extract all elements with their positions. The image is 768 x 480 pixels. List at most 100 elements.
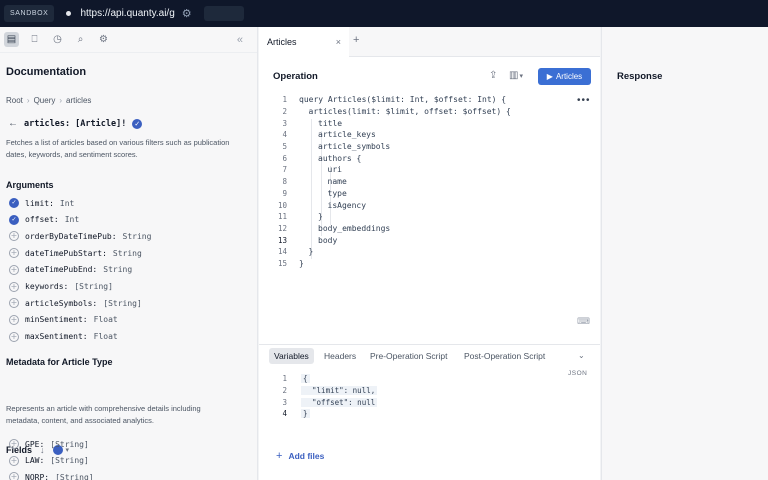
field-row[interactable]: + LAW: [String] <box>9 455 89 466</box>
argument-name: minSentiment: <box>25 315 88 325</box>
argument-row[interactable]: + articleSymbols: [String] <box>9 298 142 309</box>
plus-circle-icon[interactable]: + <box>9 331 19 342</box>
save-icon[interactable]: ▥ ▾ <box>509 70 523 81</box>
tab-variables[interactable]: Variables <box>269 348 314 364</box>
plus-circle-icon[interactable]: + <box>9 439 19 449</box>
code-line: 15} <box>273 258 511 270</box>
code-text: articles(limit: $limit, offset: $offset)… <box>308 107 511 117</box>
line-number: 1 <box>282 374 287 384</box>
variables-text: "limit": null, <box>301 386 378 396</box>
field-row[interactable]: + NORP: [String] <box>9 472 94 480</box>
connection-status-dot <box>66 11 72 16</box>
plus-circle-icon[interactable]: + <box>9 298 19 309</box>
breadcrumb: Root › Query › articles <box>6 96 91 105</box>
operation-panel: Articles × + Operation ⇪ ▥ ▾ ▶ Articles •… <box>259 27 600 480</box>
argument-type: Float <box>93 315 118 325</box>
tab-label: Articles <box>267 37 297 47</box>
environment-chip[interactable] <box>203 6 244 21</box>
plus-circle-icon[interactable]: + <box>9 472 19 480</box>
field-signature: articles: [Article]! <box>24 118 127 129</box>
line-number: 3 <box>282 118 287 128</box>
settings-icon[interactable]: ⚙ <box>96 32 111 47</box>
argument-row[interactable]: ✓ limit: Int <box>9 198 74 208</box>
plus-circle-icon[interactable]: + <box>9 455 19 466</box>
tab-headers[interactable]: Headers <box>319 348 361 364</box>
field-header: ← articles: [Article]! ✓ <box>8 118 143 129</box>
code-text: isAgency <box>327 200 367 210</box>
breadcrumb-articles: articles <box>66 96 92 105</box>
line-number: 14 <box>277 247 287 257</box>
code-line: 10 isAgency <box>273 199 511 211</box>
code-text: title <box>318 118 343 128</box>
argument-type: String <box>103 265 133 275</box>
argument-row[interactable]: ✓ offset: Int <box>9 214 80 225</box>
argument-name: dateTimePubStart: <box>25 248 107 258</box>
document-icon[interactable]: ▤ <box>4 32 19 47</box>
gear-icon[interactable]: ⚙ <box>182 7 192 20</box>
breadcrumb-query[interactable]: Query <box>34 96 56 105</box>
line-number: 11 <box>277 212 287 222</box>
plus-circle-icon[interactable]: + <box>9 231 19 242</box>
close-icon[interactable]: × <box>336 37 341 47</box>
code-line: 1 query Articles($limit: Int, $offset: In… <box>273 94 511 106</box>
variables-line: 4} <box>273 408 377 420</box>
top-bar: SANDBOX https://api.quanty.ai/g ⚙ <box>0 0 768 27</box>
line-number: 12 <box>277 223 287 233</box>
share-icon[interactable]: ⇪ <box>489 70 497 81</box>
more-options-icon[interactable]: ••• <box>577 95 591 106</box>
line-number: 9 <box>282 188 287 198</box>
line-number: 4 <box>282 130 287 140</box>
line-number: 15 <box>277 258 287 268</box>
run-operation-button[interactable]: ▶ Articles <box>538 68 591 85</box>
json-label: JSON <box>568 370 588 377</box>
documentation-title: Documentation <box>6 66 87 78</box>
breadcrumb-root[interactable]: Root <box>6 96 23 105</box>
check-icon[interactable]: ✓ <box>132 118 143 129</box>
check-icon[interactable]: ✓ <box>9 214 19 225</box>
variables-text: "offset": null <box>301 397 378 407</box>
tab-post-operation-script[interactable]: Post-Operation Script <box>459 348 550 364</box>
sandbox-badge[interactable]: SANDBOX <box>4 5 55 22</box>
add-tab-icon[interactable]: + <box>353 34 359 46</box>
plus-circle-icon[interactable]: + <box>9 314 19 325</box>
add-files-button[interactable]: + Add files <box>276 450 324 462</box>
line-number: 4 <box>282 409 287 419</box>
code-line: 6 authors { <box>273 152 511 164</box>
code-text: body <box>318 235 338 245</box>
sidebar-toolbar: ▤ ⎕ ◷ ⌕ ⚙ « <box>0 27 257 53</box>
field-row[interactable]: + GPE: [String] <box>9 439 89 449</box>
field-name: GPE: <box>25 439 45 449</box>
history-icon[interactable]: ◷ <box>50 32 65 47</box>
argument-row[interactable]: + minSentiment: Float <box>9 314 118 325</box>
back-arrow-icon[interactable]: ← <box>8 118 18 129</box>
search-icon[interactable]: ⌕ <box>73 32 88 47</box>
line-number: 6 <box>282 153 287 163</box>
collapse-sidebar-icon[interactable]: « <box>237 34 243 46</box>
argument-row[interactable]: + keywords: [String] <box>9 281 113 292</box>
argument-row[interactable]: + maxSentiment: Float <box>9 331 118 342</box>
endpoint-url[interactable]: https://api.quanty.ai/g <box>80 8 174 19</box>
argument-type: String <box>122 231 152 241</box>
tab-articles[interactable]: Articles × <box>259 27 349 57</box>
keyboard-icon[interactable]: ⌨ <box>577 316 590 327</box>
tab-pre-operation-script[interactable]: Pre-Operation Script <box>365 348 452 364</box>
variables-line: 3 "offset": null <box>273 396 378 408</box>
line-number: 8 <box>282 177 287 187</box>
bookmark-icon[interactable]: ⎕ <box>27 32 42 47</box>
line-number: 7 <box>282 165 287 175</box>
tab-bar: Articles × + <box>259 27 600 57</box>
plus-circle-icon[interactable]: + <box>9 248 19 259</box>
argument-type: Int <box>64 215 80 225</box>
argument-row[interactable]: + dateTimePubEnd: String <box>9 264 133 275</box>
plus-circle-icon[interactable]: + <box>9 264 19 275</box>
field-name: LAW: <box>25 456 45 466</box>
argument-name: keywords: <box>25 282 69 291</box>
operation-editor[interactable]: 1 query Articles($limit: Int, $offset: In… <box>273 94 511 269</box>
variables-editor[interactable]: 1{2 "limit": null, 3 "offset": null 4} <box>273 373 378 420</box>
chevron-right-icon: › <box>26 96 30 105</box>
chevron-down-icon[interactable]: ⌄ <box>578 351 585 360</box>
argument-row[interactable]: + dateTimePubStart: String <box>9 248 142 259</box>
argument-row[interactable]: + orderByDateTimePub: String <box>9 231 152 242</box>
plus-circle-icon[interactable]: + <box>9 281 19 292</box>
check-icon[interactable]: ✓ <box>9 198 19 208</box>
